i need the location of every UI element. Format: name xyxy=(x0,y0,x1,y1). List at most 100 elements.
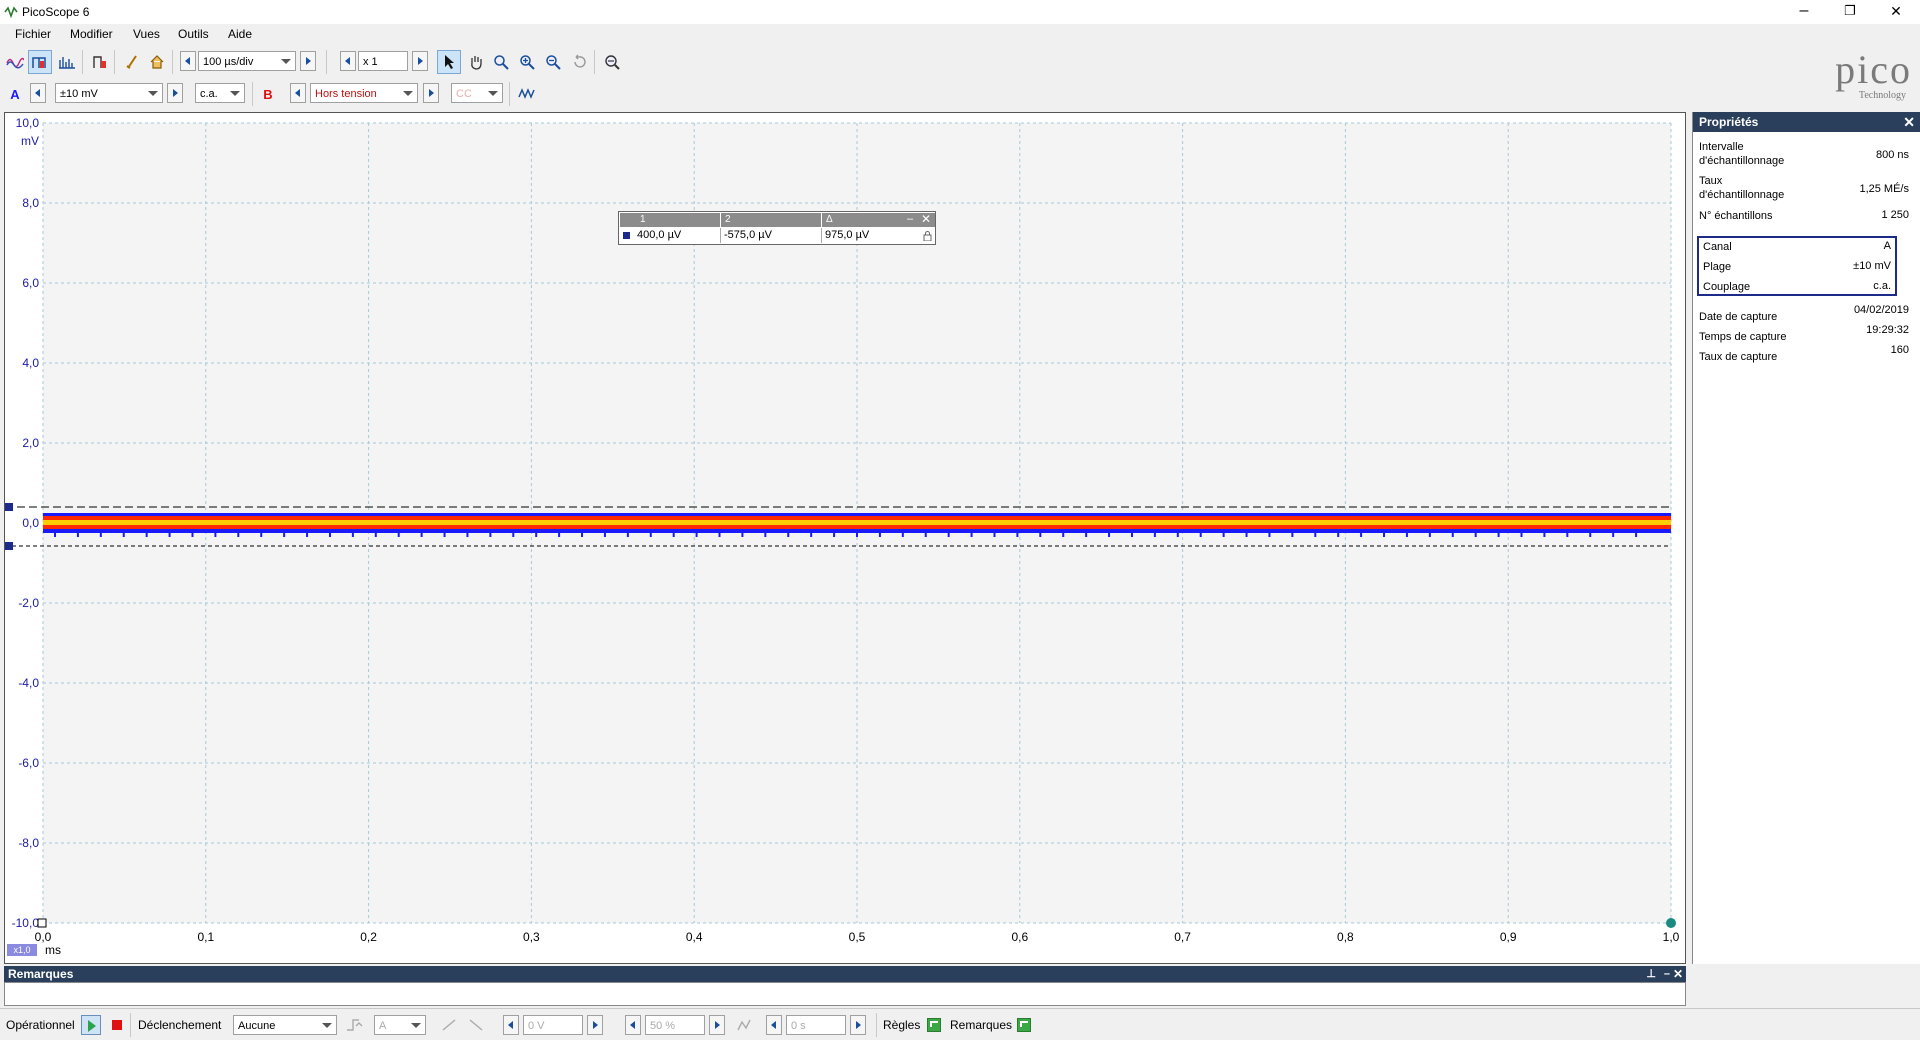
persistence-mode-icon[interactable] xyxy=(28,50,52,74)
zoom-out-icon[interactable] xyxy=(541,50,565,74)
stop-button[interactable] xyxy=(112,1020,122,1030)
y-tick-label: 10,0 xyxy=(16,116,40,130)
pretrigger-increase-button[interactable] xyxy=(709,1015,725,1035)
y-tick-label: 8,0 xyxy=(22,196,39,210)
close-remarks-icon[interactable]: ✕ xyxy=(1673,966,1683,982)
probe-icon[interactable] xyxy=(120,50,144,74)
scope-view[interactable]: 0,0 0,1 0,2 0,3 0,4 0,5 0,6 0,7 0,8 0,9 1,0 10,0 8,0… xyxy=(4,112,1686,964)
menu-aide[interactable]: Aide xyxy=(228,27,252,41)
timebase-decrease-button[interactable] xyxy=(180,51,196,71)
close-properties-icon[interactable]: ✕ xyxy=(1903,112,1915,132)
undo-zoom-icon[interactable] xyxy=(567,50,591,74)
sample-count-value: 1 250 xyxy=(1881,209,1909,221)
range-b-decrease-button[interactable] xyxy=(290,83,306,103)
rising-edge-icon[interactable] xyxy=(437,1013,461,1037)
delay-field[interactable]: 0 s xyxy=(786,1015,846,1035)
range-a-decrease-button[interactable] xyxy=(30,83,46,103)
pretrigger-field[interactable]: 50 % xyxy=(645,1015,705,1035)
ruler-2-value: -575,0 µV xyxy=(721,228,822,243)
pretrigger-decrease-button[interactable] xyxy=(625,1015,641,1035)
capture-time-label: Temps de capture xyxy=(1699,331,1787,343)
start-button[interactable] xyxy=(81,1015,101,1035)
lock-icon[interactable] xyxy=(923,231,932,241)
range-a-increase-button[interactable] xyxy=(167,83,183,103)
hand-tool-icon[interactable] xyxy=(464,50,488,74)
coupling-a-select[interactable]: c.a. xyxy=(195,83,245,103)
pointer-tool-icon[interactable] xyxy=(437,50,461,74)
notes-icon[interactable] xyxy=(1017,1018,1031,1032)
zoom-decrease-button[interactable] xyxy=(340,51,356,71)
couplage-label: Couplage xyxy=(1703,281,1751,293)
channel-a-button[interactable]: A xyxy=(3,82,27,106)
channel-b-button[interactable]: B xyxy=(256,82,280,106)
trigger-channel-select[interactable]: A xyxy=(374,1015,426,1035)
y-tick-label: -4,0 xyxy=(18,676,39,690)
scope-mode-icon[interactable] xyxy=(3,50,27,74)
minimize-ruler-icon[interactable]: – xyxy=(907,213,913,225)
coupling-b-select[interactable]: CC xyxy=(451,83,503,103)
zoom-increase-button[interactable] xyxy=(412,51,428,71)
ruler-1-value: 400,0 µV xyxy=(634,228,721,243)
ruler-1-handle[interactable] xyxy=(5,503,13,511)
spectrum-mode-icon[interactable] xyxy=(55,50,79,74)
menu-modifier[interactable]: Modifier xyxy=(70,27,113,41)
x-tick-label: 0,7 xyxy=(1174,930,1191,944)
trigger-label: Déclenchement xyxy=(138,1018,222,1032)
trigger-mode-select[interactable]: Aucune xyxy=(233,1015,337,1035)
zoom-area-icon[interactable] xyxy=(489,50,513,74)
threshold-field[interactable]: 0 V xyxy=(523,1015,583,1035)
capture-time-value: 19:29:32 xyxy=(1866,324,1909,336)
x-tick-label: 0,5 xyxy=(849,930,866,944)
canal-value: A xyxy=(1883,240,1891,252)
pin-remarks-icon[interactable]: ⊥ xyxy=(1646,966,1656,982)
sample-interval-label: Intervalle d'échantillonnage xyxy=(1699,141,1785,167)
delay-increase-button[interactable] xyxy=(850,1015,866,1035)
ruler-2-handle[interactable] xyxy=(5,542,13,550)
minimize-button[interactable]: – xyxy=(1782,0,1826,24)
range-b-select[interactable]: Hors tension xyxy=(310,83,418,103)
rules-icon[interactable] xyxy=(927,1018,941,1032)
x-tick-label: 0,1 xyxy=(197,930,214,944)
menu-outils[interactable]: Outils xyxy=(178,27,209,41)
range-b-increase-button[interactable] xyxy=(423,83,439,103)
remarks-header: Remarques ⊥ – ✕ xyxy=(4,966,1686,982)
sample-rate-label: Taux d'échantillonnage xyxy=(1699,175,1785,201)
falling-edge-icon[interactable] xyxy=(464,1013,488,1037)
restore-button[interactable]: ❐ xyxy=(1828,0,1872,24)
menu-vues[interactable]: Vues xyxy=(133,27,160,41)
trigger-type-icon[interactable] xyxy=(343,1013,367,1037)
x-tick-label: 0,0 xyxy=(35,930,52,944)
remarks-title: Remarques xyxy=(8,967,74,981)
close-ruler-icon[interactable]: ✕ xyxy=(921,212,931,226)
zoom-in-icon[interactable] xyxy=(515,50,539,74)
timebase-select[interactable]: 100 µs/div xyxy=(198,51,296,71)
threshold-decrease-button[interactable] xyxy=(503,1015,519,1035)
remarks-text-area[interactable] xyxy=(4,982,1686,1006)
menu-fichier[interactable]: Fichier xyxy=(15,27,51,41)
range-a-select[interactable]: ±10 mV xyxy=(55,83,163,103)
properties-panel: Propriétés ✕ Intervalle d'échantillonnag… xyxy=(1692,112,1920,964)
time-ruler-handle[interactable] xyxy=(1666,918,1676,928)
canal-label: Canal xyxy=(1703,241,1732,253)
picoscope-app-icon xyxy=(4,6,18,18)
y-tick-label: 0,0 xyxy=(22,516,39,530)
math-channel-icon[interactable] xyxy=(515,82,539,106)
close-button[interactable]: ✕ xyxy=(1874,0,1918,24)
zoom-field[interactable]: x 1 xyxy=(358,51,408,71)
threshold-increase-button[interactable] xyxy=(587,1015,603,1035)
trigger-timing-icon[interactable] xyxy=(733,1013,757,1037)
capture-rate-label: Taux de capture xyxy=(1699,351,1778,363)
trace-band-core xyxy=(43,520,1671,525)
ruler-table[interactable]: 1 2 Δ – ✕ 400,0 µV -575,0 µV 975,0 µV xyxy=(618,211,936,245)
plage-label: Plage xyxy=(1703,261,1732,273)
channel-options-icon[interactable] xyxy=(88,50,112,74)
capture-date-value: 04/02/2019 xyxy=(1853,304,1909,316)
y-tick-label: -8,0 xyxy=(18,836,39,850)
delay-decrease-button[interactable] xyxy=(766,1015,782,1035)
home-icon[interactable] xyxy=(145,50,169,74)
x-tick-label: 1,0 xyxy=(1663,930,1680,944)
axis-origin-marker[interactable] xyxy=(37,918,47,928)
minimize-remarks-icon[interactable]: – xyxy=(1664,966,1670,982)
zoom-fit-icon[interactable] xyxy=(600,50,624,74)
timebase-increase-button[interactable] xyxy=(300,51,316,71)
